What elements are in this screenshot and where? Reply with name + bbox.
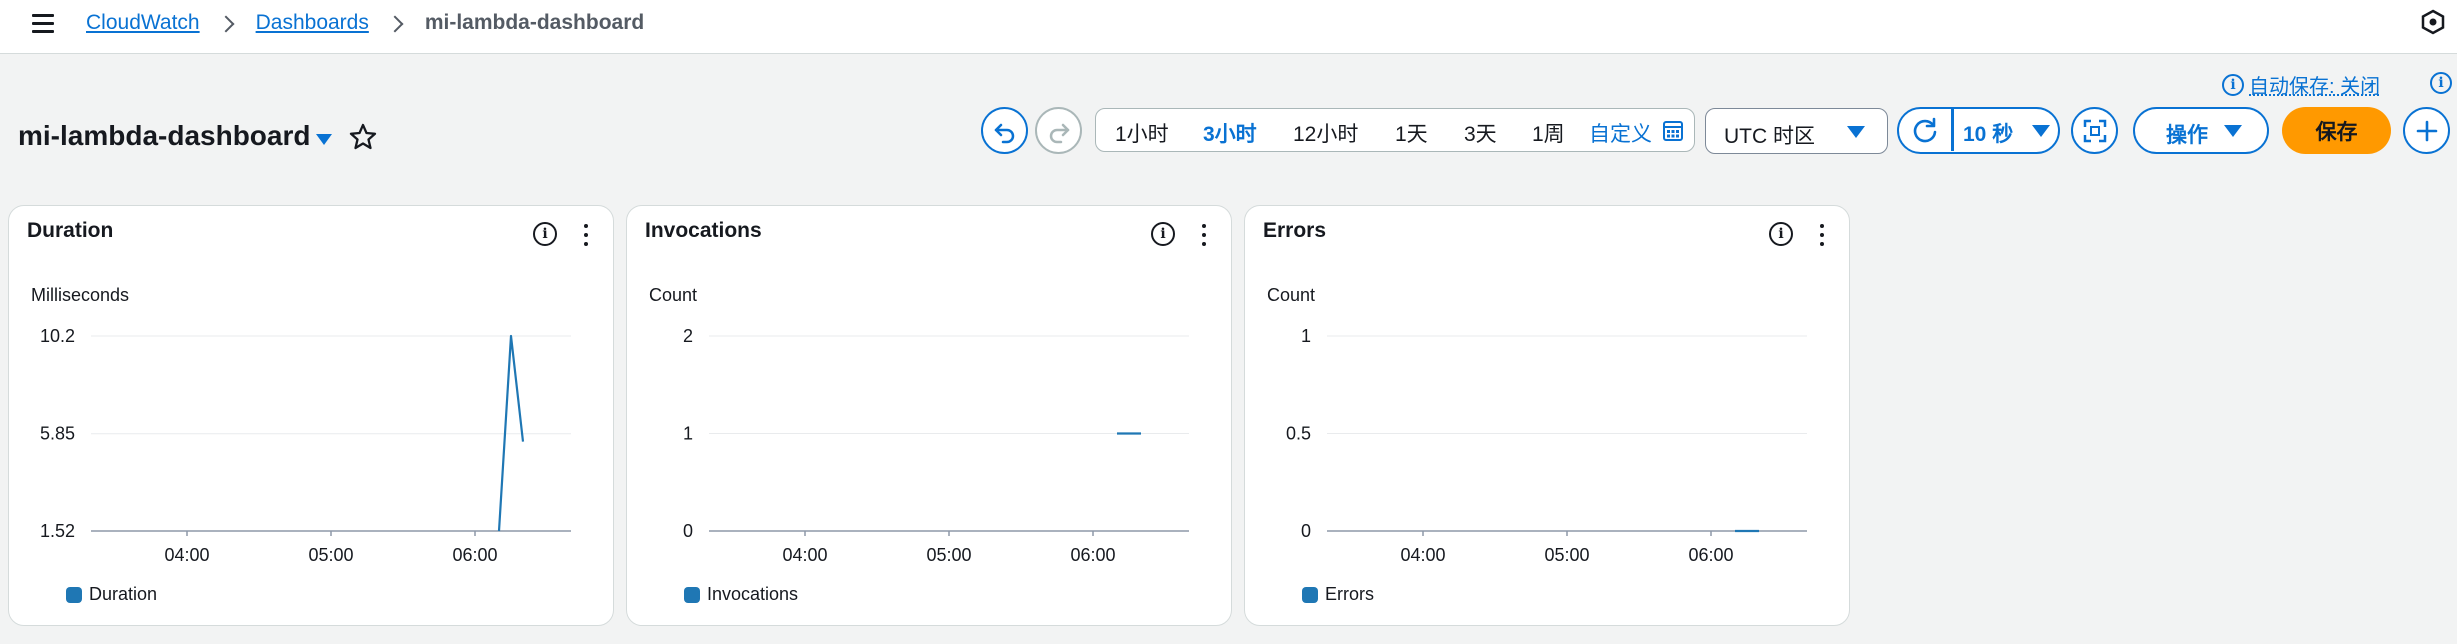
breadcrumb-cloudwatch[interactable]: CloudWatch xyxy=(86,11,200,35)
legend-swatch xyxy=(66,586,82,603)
info-icon[interactable]: i xyxy=(2430,72,2452,94)
caret-down-icon xyxy=(1847,126,1865,138)
legend-label: Duration xyxy=(89,584,158,604)
time-range-3h[interactable]: 3小时 xyxy=(1203,118,1257,148)
x-tick-label: 04:00 xyxy=(164,545,209,565)
more-options-icon[interactable] xyxy=(1817,222,1827,248)
refresh-interval-select[interactable]: 10 秒 xyxy=(1963,118,2013,148)
legend-item[interactable]: Errors xyxy=(1302,584,1374,605)
time-range-custom[interactable]: 自定义 xyxy=(1589,118,1652,148)
y-tick-label: 2 xyxy=(683,326,693,346)
actions-label: 操作 xyxy=(2166,124,2208,147)
x-tick-label: 04:00 xyxy=(1400,545,1445,565)
y-axis-label: Count xyxy=(649,285,698,305)
time-range-1w[interactable]: 1周 xyxy=(1532,118,1565,148)
top-navigation: CloudWatch Dashboards mi-lambda-dashboar… xyxy=(0,0,2457,54)
y-tick-label: 0 xyxy=(683,521,693,541)
time-range-1h[interactable]: 1小时 xyxy=(1115,118,1169,148)
page-title: mi-lambda-dashboard xyxy=(18,120,311,151)
caret-down-icon[interactable] xyxy=(316,134,332,145)
time-range-1d[interactable]: 1天 xyxy=(1395,118,1428,148)
legend-label: Errors xyxy=(1325,584,1374,604)
chevron-right-icon xyxy=(389,16,403,30)
breadcrumb: CloudWatch Dashboards mi-lambda-dashboar… xyxy=(86,9,644,37)
refresh-control: 10 秒 xyxy=(1897,107,2060,154)
menu-icon[interactable] xyxy=(30,12,56,38)
legend-item[interactable]: Duration xyxy=(66,584,157,605)
fullscreen-button[interactable] xyxy=(2071,107,2118,154)
y-tick-label: 5.85 xyxy=(40,424,75,444)
y-tick-label: 1 xyxy=(683,424,693,444)
x-tick-label: 05:00 xyxy=(308,545,353,565)
legend-label: Invocations xyxy=(707,584,799,604)
widget-invocations[interactable]: 2 1 0 04:00 05:00 06:00 Invocations i Count I… xyxy=(626,205,1232,626)
more-options-icon[interactable] xyxy=(581,222,591,248)
widget-errors[interactable]: 1 0.5 0 04:00 05:00 06:00 Errors i Count Erro… xyxy=(1244,205,1850,626)
caret-down-icon xyxy=(2224,125,2242,137)
y-tick-label: 1 xyxy=(1301,326,1311,346)
fullscreen-icon xyxy=(2083,119,2106,142)
star-icon[interactable] xyxy=(348,122,378,152)
x-tick-label: 06:00 xyxy=(452,545,497,565)
hexagon-settings-icon[interactable] xyxy=(2420,9,2446,35)
x-tick-label: 05:00 xyxy=(1544,545,1589,565)
add-widget-button[interactable] xyxy=(2403,107,2450,154)
line-chart: 2 1 0 04:00 05:00 06:00 xyxy=(683,326,1189,565)
info-icon[interactable]: i xyxy=(1151,222,1175,246)
time-range-3d[interactable]: 3天 xyxy=(1464,118,1497,148)
autosave-toggle[interactable]: i 自动保存: 关闭 xyxy=(2222,70,2380,99)
widget-title: Duration xyxy=(27,219,114,242)
y-axis-label: Milliseconds xyxy=(31,285,130,305)
widget-title: Invocations xyxy=(645,219,762,242)
caret-down-icon[interactable] xyxy=(2032,125,2050,137)
save-button[interactable]: 保存 xyxy=(2282,107,2391,154)
x-tick-label: 05:00 xyxy=(926,545,971,565)
plus-icon xyxy=(2416,120,2437,141)
y-tick-label: 1.52 xyxy=(40,521,75,541)
calendar-icon[interactable] xyxy=(1662,120,1684,142)
legend-swatch xyxy=(1302,586,1318,603)
breadcrumb-current: mi-lambda-dashboard xyxy=(424,11,645,34)
redo-icon xyxy=(1049,123,1069,143)
divider xyxy=(1951,109,1954,151)
x-tick-label: 06:00 xyxy=(1070,545,1115,565)
time-range-selector: 1小时 3小时 12小时 1天 3天 1周 自定义 xyxy=(1095,108,1695,152)
x-tick-label: 06:00 xyxy=(1688,545,1733,565)
line-chart: 10.2 5.85 1.52 04:00 05:00 06:00 xyxy=(40,326,571,565)
actions-dropdown-button[interactable]: 操作 xyxy=(2133,107,2269,154)
refresh-icon[interactable] xyxy=(1911,117,1939,145)
info-icon[interactable]: i xyxy=(1769,222,1793,246)
time-range-12h[interactable]: 12小时 xyxy=(1293,118,1358,148)
y-tick-label: 0.5 xyxy=(1286,424,1311,444)
undo-icon xyxy=(994,123,1014,143)
more-options-icon[interactable] xyxy=(1199,222,1209,248)
info-icon: i xyxy=(2222,73,2244,96)
autosave-label: 自动保存: 关闭 xyxy=(2249,76,2381,98)
widget-duration[interactable]: 10.2 5.85 1.52 04:00 05:00 06:00 Duration i M… xyxy=(8,205,614,626)
y-tick-label: 10.2 xyxy=(40,326,75,346)
undo-button[interactable] xyxy=(981,107,1028,154)
redo-button[interactable] xyxy=(1035,107,1082,154)
chevron-right-icon xyxy=(220,16,234,30)
widget-title: Errors xyxy=(1263,219,1327,242)
legend-item[interactable]: Invocations xyxy=(684,584,798,605)
breadcrumb-dashboards[interactable]: Dashboards xyxy=(256,11,369,35)
timezone-label: UTC 时区 xyxy=(1724,125,1815,148)
info-icon[interactable]: i xyxy=(533,222,557,246)
y-tick-label: 0 xyxy=(1301,521,1311,541)
legend-swatch xyxy=(684,586,700,603)
line-chart: 1 0.5 0 04:00 05:00 06:00 xyxy=(1286,326,1807,565)
y-axis-label: Count xyxy=(1267,285,1316,305)
x-tick-label: 04:00 xyxy=(782,545,827,565)
timezone-select[interactable]: UTC 时区 xyxy=(1705,108,1888,154)
